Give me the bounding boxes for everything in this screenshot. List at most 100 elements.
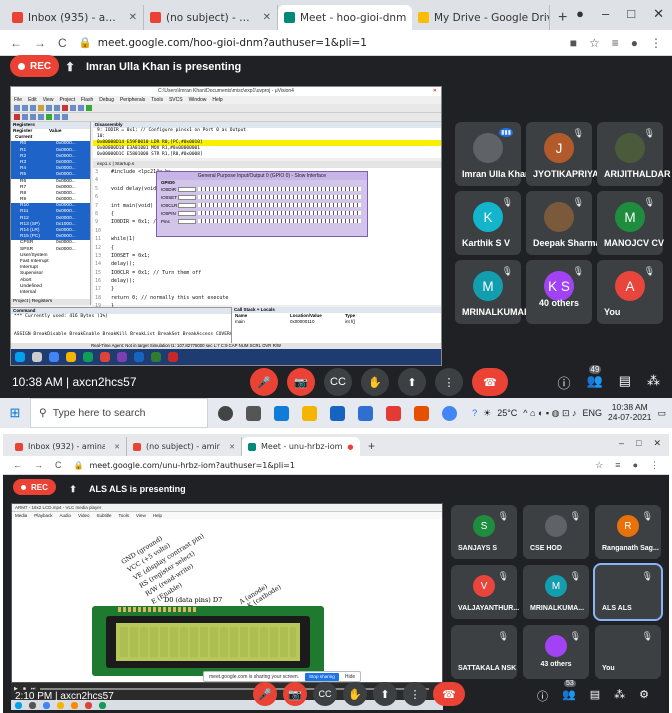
info-icon[interactable]: ⓘ — [537, 688, 548, 704]
participant-tile[interactable]: 🎙 K Karthik S V — [455, 191, 521, 255]
captions-button[interactable]: CC — [313, 682, 337, 706]
reload-icon[interactable]: C — [55, 460, 62, 470]
tab-meet[interactable]: Meet - hoo-gioi-dnm ● ✕ — [278, 5, 412, 30]
back-icon[interactable]: ← — [13, 460, 22, 470]
mic-off-button[interactable]: 🎤 — [250, 368, 278, 396]
profile-icon[interactable]: ● — [576, 6, 584, 22]
language-indicator[interactable]: ENG — [582, 408, 602, 418]
avatar-icon[interactable]: ● — [633, 460, 638, 471]
new-tab-button[interactable]: + — [360, 437, 383, 456]
menu-icon[interactable]: ⋮ — [650, 36, 662, 50]
forward-icon[interactable]: → — [34, 36, 46, 50]
new-tab-button[interactable]: + — [550, 5, 575, 30]
windows-start-icon[interactable]: ⊞ — [0, 405, 30, 421]
people-icon[interactable]: 👥 49 — [587, 364, 603, 392]
more-options-button[interactable]: ⋮ — [435, 368, 463, 396]
store-icon[interactable] — [358, 405, 373, 421]
leave-call-button[interactable]: ☎ — [433, 682, 465, 706]
raise-hand-button[interactable]: ✋ — [361, 368, 389, 396]
tab-google-drive[interactable]: My Drive - Google Drive ✕ — [412, 5, 550, 30]
close-window-button[interactable]: ✕ — [653, 438, 661, 449]
participant-tile[interactable]: 🎙 ALS ALS — [593, 563, 663, 621]
participant-name: Imran Ulla Khan — [462, 169, 531, 179]
reload-icon[interactable]: C — [58, 36, 67, 50]
chat-icon[interactable]: ▤ — [619, 373, 631, 392]
taskbar-clock[interactable]: 10:38 AM 24-07-2021 — [608, 402, 651, 423]
tab-gmail-inbox[interactable]: Inbox (935) - aminacs.skitbr@gm ✕ — [6, 5, 144, 30]
maximize-button[interactable]: □ — [627, 6, 635, 22]
participant-tile[interactable]: 🎙 V VALJAYANTHUR... — [451, 565, 519, 619]
reading-list-icon[interactable]: ≡ — [612, 36, 619, 50]
tab-meet[interactable]: Meet - unu-hrbz-iom ● ✕ — [242, 437, 360, 456]
taskbar-search[interactable]: ⚲ Type here to search — [30, 398, 208, 428]
people-icon[interactable]: 👥 53 — [562, 680, 576, 704]
star-icon[interactable]: ☆ — [595, 460, 603, 471]
info-icon[interactable]: ⓘ — [558, 373, 571, 392]
activities-icon[interactable]: ⁂ — [614, 688, 625, 704]
participant-tile[interactable]: 🎙 M MRINALKUMAR... — [455, 260, 538, 324]
close-icon[interactable]: ✕ — [110, 443, 120, 451]
participant-tile[interactable]: 🎙 J JYOTIKAPRIYA... — [526, 122, 606, 186]
camera-icon[interactable]: ■ — [570, 36, 577, 50]
app-icon[interactable] — [386, 405, 401, 421]
forward-icon[interactable]: → — [34, 460, 43, 470]
reading-list-icon[interactable]: ≡ — [615, 460, 620, 471]
help-icon[interactable]: ? — [472, 408, 477, 418]
back-icon[interactable]: ← — [10, 36, 22, 50]
task-view-icon[interactable] — [246, 405, 261, 421]
participant-tile[interactable]: 🎙 A You — [597, 260, 663, 324]
explorer-icon[interactable] — [302, 405, 317, 421]
cortana-icon[interactable] — [218, 405, 233, 421]
office-icon[interactable] — [414, 405, 429, 421]
register-name: Internal — [20, 289, 36, 295]
participant-tile[interactable]: 🎙 M MANOJCV CV — [597, 191, 664, 255]
participant-tile[interactable]: 🎙 CSE HOD — [523, 505, 589, 559]
present-button[interactable]: ⬆ — [398, 368, 426, 396]
register-row[interactable]: Internal — [11, 290, 90, 296]
participant-tile[interactable]: 🎙 S SANJAYS S — [451, 505, 517, 559]
captions-button[interactable]: CC — [324, 368, 352, 396]
close-window-button[interactable]: ✕ — [653, 6, 664, 22]
close-icon[interactable]: ✕ — [225, 443, 235, 451]
minimize-button[interactable]: – — [619, 438, 624, 449]
participant-tile[interactable]: 🎙 You — [595, 625, 661, 679]
close-icon[interactable]: ✕ — [125, 12, 137, 23]
activities-icon[interactable]: ⁂ — [647, 373, 660, 392]
participant-tile[interactable]: 🎙 SATTAKALA NSK — [451, 625, 517, 679]
participant-tile[interactable]: 🎙 M MRINALKUMA... — [523, 565, 589, 619]
participant-tile[interactable]: ▮▮▮ Imran Ulla Khan — [455, 122, 531, 186]
present-button[interactable]: ⬆ — [373, 682, 397, 706]
edge-icon[interactable] — [274, 405, 289, 421]
participant-tile[interactable]: 🎙 R Ranganath Sag... — [595, 505, 661, 559]
avatar-icon[interactable]: ● — [631, 36, 638, 50]
app-icon — [117, 352, 127, 362]
more-options-button[interactable]: ⋮ — [403, 682, 427, 706]
participant-tile[interactable]: 🎙 K S 40 others — [526, 260, 592, 324]
tab-gmail-inbox[interactable]: Inbox (932) - aminacs.skitbr@gm ✕ — [9, 437, 127, 456]
registers-tabs[interactable]: Project | Registers — [11, 298, 90, 305]
address-bar[interactable]: 🔒 meet.google.com/hoo-gioi-dnm?authuser=… — [79, 36, 558, 50]
chrome-icon[interactable] — [442, 405, 457, 421]
tray-icons[interactable]: ^ ⌂ ◐ ▪ ◍ ⊡ ♪ — [523, 408, 576, 419]
participant-tile[interactable]: 🎙 43 others — [523, 625, 589, 679]
mail-icon[interactable] — [330, 405, 345, 421]
participant-tile[interactable]: 🎙 ARIJITHALDAR ... — [597, 122, 672, 186]
maximize-button[interactable]: □ — [636, 438, 641, 449]
address-bar[interactable]: 🔒 meet.google.com/unu-hrbz-iom?authuser=… — [74, 461, 584, 470]
chat-icon[interactable]: ▤ — [590, 688, 600, 704]
camera-off-button[interactable]: 📷 — [287, 368, 315, 396]
camera-off-button[interactable]: 📷 — [283, 682, 307, 706]
raise-hand-button[interactable]: ✋ — [343, 682, 367, 706]
participant-tile[interactable]: 🎙 Deepak Sharma — [526, 191, 601, 255]
close-icon[interactable]: ✕ — [259, 12, 271, 23]
editor-tabs[interactable]: exp1.c | Startup.s — [93, 161, 441, 168]
menu-icon[interactable]: ⋮ — [650, 460, 659, 471]
lock-icon[interactable]: ⚙ — [639, 688, 649, 704]
minimize-button[interactable]: – — [602, 6, 609, 22]
star-icon[interactable]: ☆ — [589, 36, 600, 50]
tab-gmail-no-subject[interactable]: (no subject) - aminacse@skit.org ✕ — [127, 437, 242, 456]
notifications-icon[interactable]: ▭ — [657, 408, 666, 419]
leave-call-button[interactable]: ☎ — [472, 368, 508, 396]
tab-gmail-no-subject[interactable]: (no subject) - aminacse@skit.org ✕ — [144, 5, 278, 30]
mic-off-button[interactable]: 🎤 — [253, 682, 277, 706]
